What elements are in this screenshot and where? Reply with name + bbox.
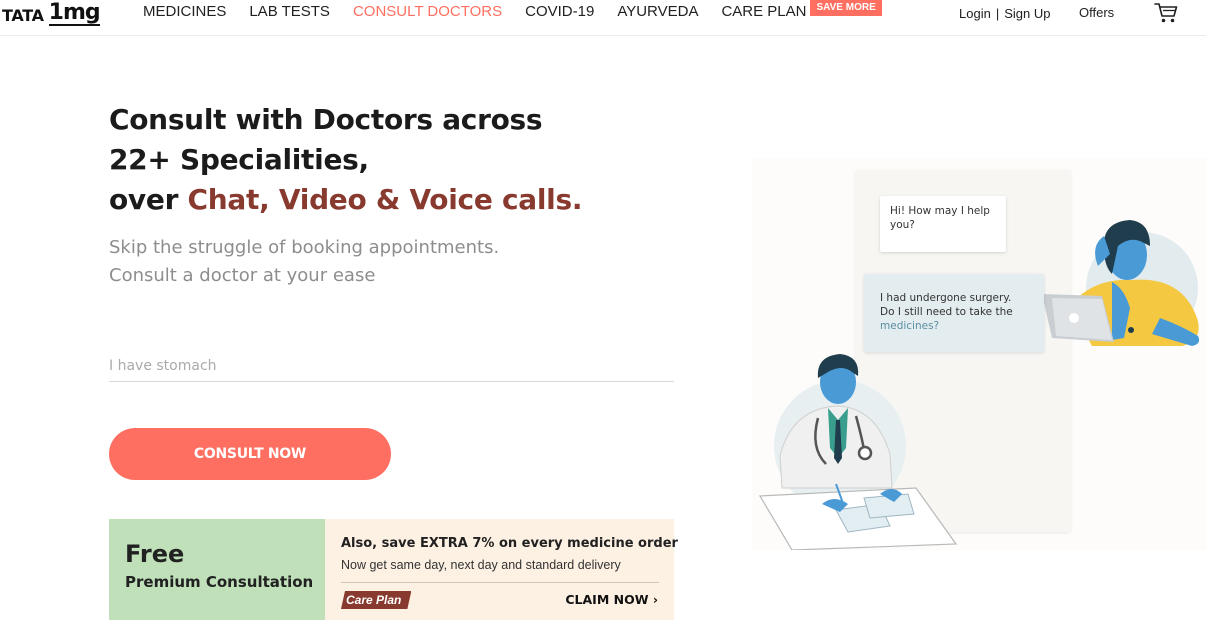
nav-item-covid-19[interactable]: COVID-19 <box>525 0 594 24</box>
headline-prefix: over <box>109 183 179 216</box>
patient-message-end: medicines? <box>880 320 940 332</box>
headline-accent: Chat, Video & Voice calls. <box>187 183 583 216</box>
promo-premium-text: Premium Consultation <box>125 573 314 591</box>
promo-offer-title: Also, save EXTRA 7% on every medicine or… <box>341 536 678 551</box>
nav-item-ayurveda[interactable]: AYURVEDA <box>617 0 698 24</box>
login-link[interactable]: Login <box>959 6 991 21</box>
subline-1: Skip the struggle of booking appointment… <box>109 237 500 258</box>
logo-product-text: 1mg <box>48 0 101 26</box>
consultation-illustration: Hi! How may I help you? I had undergone … <box>752 158 1206 550</box>
logo-brand-text: TATA <box>2 6 44 25</box>
nav-item-consult-doctors[interactable]: CONSULT DOCTORS <box>353 0 502 24</box>
headline-line-1: Consult with Doctors across 22+ Speciali… <box>109 103 543 176</box>
hero-subline: Skip the struggle of booking appointment… <box>109 234 629 290</box>
account-separator: | <box>995 5 1000 21</box>
account-links: Login | Sign Up <box>959 4 1050 22</box>
consult-now-button[interactable]: CONSULT NOW <box>109 428 391 480</box>
promo-free-panel: Free Premium Consultation <box>109 519 325 620</box>
care-plan-promo: Free Premium Consultation Also, save EXT… <box>109 519 678 620</box>
nav-item-care-plan[interactable]: CARE PLAN <box>721 0 806 24</box>
care-plan-tag: Care Plan <box>341 591 411 609</box>
promo-offer-subtitle: Now get same day, next day and standard … <box>341 558 621 572</box>
subline-2: Consult a doctor at your ease <box>109 265 376 286</box>
symptom-search <box>109 352 674 382</box>
top-header: TATA 1mg MEDICINES LAB TESTS CONSULT DOC… <box>0 0 1206 36</box>
doctor-chat-bubble: Hi! How may I help you? <box>880 196 1006 252</box>
symptom-search-input[interactable] <box>109 352 674 380</box>
cart-icon[interactable] <box>1154 2 1178 24</box>
nav-item-medicines[interactable]: MEDICINES <box>143 0 226 24</box>
promo-divider <box>341 582 659 583</box>
patient-chat-bubble: I had undergone surgery. Do I still need… <box>864 274 1044 352</box>
promo-free-text: Free <box>125 540 185 568</box>
promo-offer-panel: Also, save EXTRA 7% on every medicine or… <box>325 519 678 620</box>
signup-link[interactable]: Sign Up <box>1004 6 1050 21</box>
main-nav: MEDICINES LAB TESTS CONSULT DOCTORS COVI… <box>143 0 882 24</box>
offers-link[interactable]: Offers <box>1079 4 1114 22</box>
save-more-badge: SAVE MORE <box>810 0 882 16</box>
hero-headline: Consult with Doctors across 22+ Speciali… <box>109 100 589 220</box>
claim-now-link[interactable]: CLAIM NOW › <box>565 590 658 610</box>
nav-item-lab-tests[interactable]: LAB TESTS <box>249 0 330 24</box>
brand-logo[interactable]: TATA 1mg <box>2 0 101 26</box>
patient-message-main: I had undergone surgery. Do I still need… <box>880 292 1013 318</box>
